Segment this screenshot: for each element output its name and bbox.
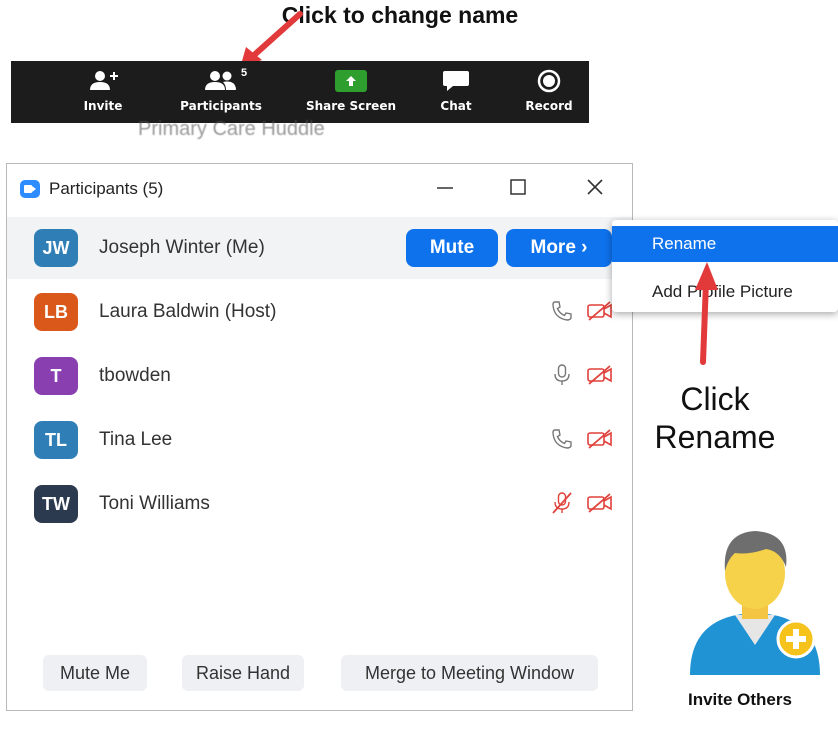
rename-callout: Click Rename xyxy=(654,381,776,455)
invite-others-icon[interactable] xyxy=(680,515,830,685)
invite-others-label[interactable]: Invite Others xyxy=(688,690,792,710)
